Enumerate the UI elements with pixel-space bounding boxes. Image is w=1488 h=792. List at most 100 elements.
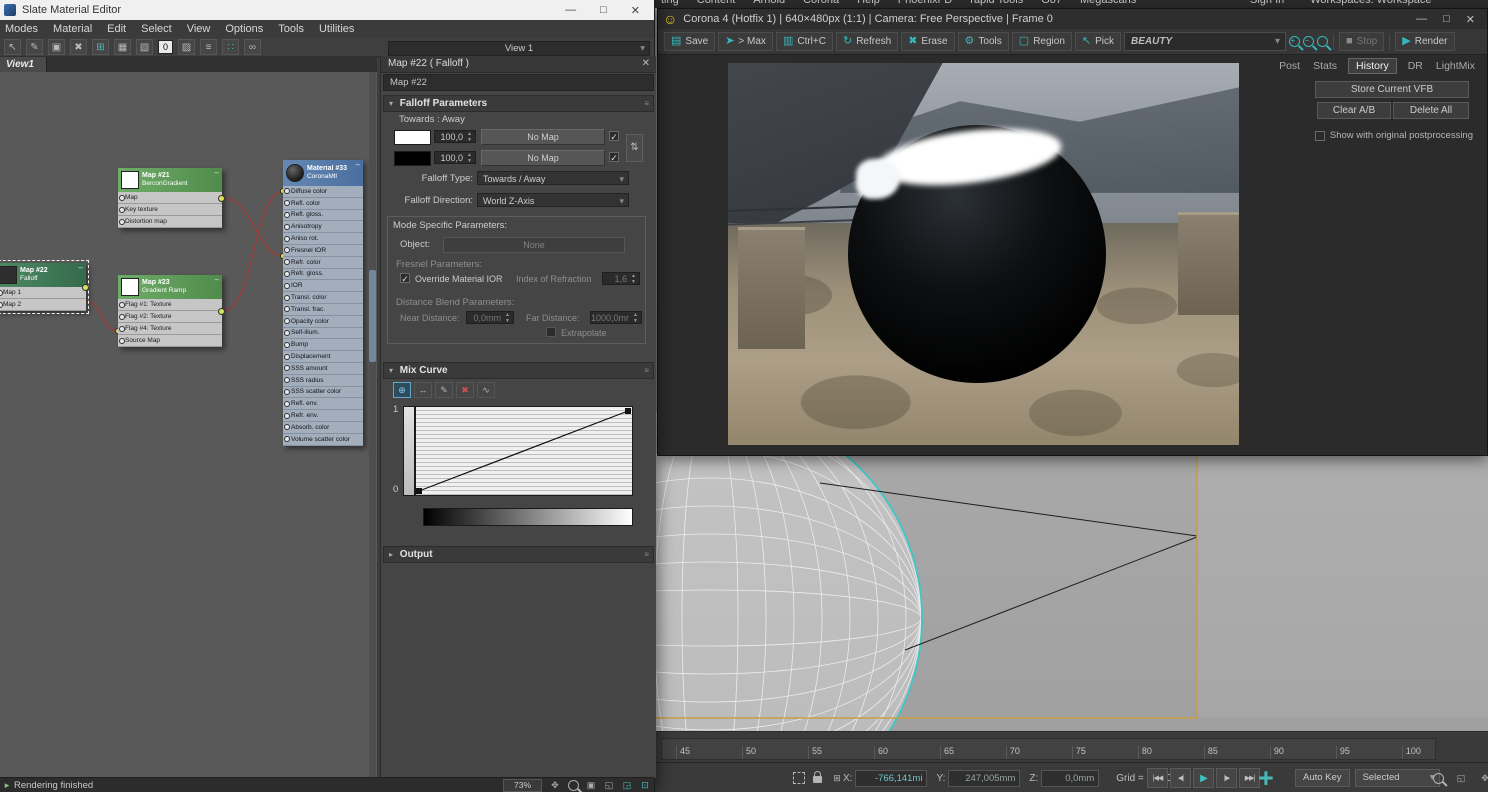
- node-slot[interactable]: Source Map: [118, 335, 222, 347]
- node-view[interactable]: Map #21BerconGradient – Map Key texture …: [0, 72, 377, 778]
- spinner-arrows-icon[interactable]: ▲▼: [631, 312, 640, 325]
- timeline-tick[interactable]: 45: [676, 746, 690, 759]
- input-socket-icon[interactable]: [119, 314, 125, 320]
- timeline-tick[interactable]: 60: [874, 746, 888, 759]
- rollout-menu-icon[interactable]: ≡: [644, 547, 649, 562]
- input-socket-icon[interactable]: [284, 212, 290, 218]
- spinner-arrows-icon[interactable]: ▲▼: [629, 273, 638, 286]
- pan-to-selected-icon[interactable]: ⊡: [638, 779, 652, 791]
- zoom-tool-icon[interactable]: [566, 779, 580, 791]
- node-view-scrollbar[interactable]: [369, 72, 376, 778]
- tab-lightmix[interactable]: LightMix: [1434, 59, 1477, 73]
- show-original-checkbox[interactable]: [1315, 131, 1325, 141]
- mix-curve-editor[interactable]: [415, 406, 633, 496]
- selection-lock-icon[interactable]: [813, 776, 822, 783]
- node-slot[interactable]: Refl. env.: [283, 398, 363, 410]
- rollout-output[interactable]: ▸ Output ≡: [383, 546, 654, 563]
- node-slot[interactable]: Refl. gloss.: [283, 210, 363, 222]
- slate-title-bar[interactable]: Slate Material Editor — □ ✕: [0, 0, 654, 20]
- zoom-out-icon[interactable]: −: [1303, 36, 1314, 47]
- hide-unused-slots-icon[interactable]: ▦: [114, 39, 131, 55]
- add-point-icon[interactable]: ✎: [435, 382, 453, 398]
- node-slot[interactable]: Displacement: [283, 351, 363, 363]
- front-amount-spinner[interactable]: 100,0▲▼: [434, 130, 476, 143]
- front-color-swatch[interactable]: [394, 130, 431, 145]
- zoom-in-icon[interactable]: +: [1289, 36, 1300, 47]
- material-id-channel-icon[interactable]: 0: [158, 40, 173, 54]
- node-slot[interactable]: Flag #2: Texture: [118, 311, 222, 323]
- input-socket-icon[interactable]: [284, 236, 290, 242]
- input-socket-icon[interactable]: [119, 207, 125, 213]
- front-map-button[interactable]: No Map: [481, 129, 605, 145]
- view-selector-dropdown[interactable]: View 1: [388, 41, 650, 56]
- timeline-tick[interactable]: 80: [1138, 746, 1152, 759]
- coord-z-field[interactable]: 0,0mm: [1041, 770, 1099, 787]
- tools-button[interactable]: ⚙Tools: [958, 32, 1009, 51]
- spinner-arrows-icon[interactable]: ▲▼: [465, 152, 474, 165]
- play-button[interactable]: ▶: [1193, 768, 1214, 788]
- swap-colors-button[interactable]: ⇅: [626, 134, 643, 162]
- node-slot[interactable]: Volume scatter color: [283, 434, 363, 446]
- max-menu-item[interactable]: PhoenixFD: [898, 0, 952, 6]
- output-socket-icon[interactable]: [218, 195, 225, 202]
- input-socket-icon[interactable]: [284, 295, 290, 301]
- node-slot[interactable]: SSS scatter color: [283, 387, 363, 399]
- collapse-icon[interactable]: –: [215, 275, 219, 284]
- transform-gizmo-icon[interactable]: ⊞: [830, 772, 844, 784]
- isolate-selection-icon[interactable]: [793, 772, 805, 784]
- node-slot[interactable]: Opacity color: [283, 316, 363, 328]
- link-icon[interactable]: ∞: [244, 39, 261, 55]
- show-maps-icon[interactable]: ▨: [178, 39, 195, 55]
- input-socket-icon[interactable]: [284, 330, 290, 336]
- input-socket-icon[interactable]: [284, 283, 290, 289]
- slate-menu-item[interactable]: Select: [141, 23, 172, 35]
- layout-all-icon[interactable]: ∷: [222, 39, 239, 55]
- close-icon[interactable]: ✕: [631, 4, 640, 17]
- front-map-checkbox[interactable]: ✓: [609, 131, 619, 141]
- rollout-menu-icon[interactable]: ≡: [644, 96, 649, 111]
- node-slot[interactable]: Refr. gloss.: [283, 269, 363, 281]
- timeline-tick[interactable]: 55: [808, 746, 822, 759]
- collapse-icon[interactable]: –: [215, 168, 219, 177]
- max-menu-item[interactable]: Arnold: [753, 0, 785, 6]
- rollout-falloff-parameters[interactable]: ▾ Falloff Parameters ≡: [383, 95, 654, 112]
- timeline-tick[interactable]: 65: [940, 746, 954, 759]
- collapse-icon[interactable]: –: [356, 160, 360, 169]
- node-slot[interactable]: Refr. env.: [283, 410, 363, 422]
- side-color-swatch[interactable]: [394, 151, 431, 166]
- next-frame-button[interactable]: |▶: [1216, 768, 1237, 788]
- slate-menu-item[interactable]: Utilities: [319, 23, 354, 35]
- close-icon[interactable]: ✕: [1466, 13, 1475, 26]
- node-slot[interactable]: Anisotropy: [283, 221, 363, 233]
- zoom-level-dropdown[interactable]: 73%: [503, 779, 542, 792]
- node-slot[interactable]: Flag #1: Texture: [118, 299, 222, 311]
- extrapolate-checkbox[interactable]: [546, 327, 556, 337]
- input-socket-icon[interactable]: [284, 401, 290, 407]
- node-gradient-ramp[interactable]: Map #23Gradient Ramp – Flag #1: Texture …: [118, 275, 222, 347]
- node-slot[interactable]: Absorb. color: [283, 422, 363, 434]
- go-to-start-button[interactable]: |◀◀: [1147, 768, 1168, 788]
- zoom-extents-selected-icon[interactable]: ◲: [620, 779, 634, 791]
- side-amount-spinner[interactable]: 100,0▲▼: [434, 151, 476, 164]
- output-socket-icon[interactable]: [82, 284, 89, 291]
- select-tool-icon[interactable]: ↖: [4, 39, 21, 55]
- node-falloff[interactable]: Map #22Falloff – Map 1 Map 2: [0, 263, 86, 311]
- slate-menu-item[interactable]: Tools: [278, 23, 304, 35]
- input-socket-icon[interactable]: [119, 195, 125, 201]
- node-slot[interactable]: SSS radius: [283, 375, 363, 387]
- stop-button[interactable]: ■Stop: [1339, 32, 1384, 51]
- max-menu-item[interactable]: Content: [697, 0, 736, 6]
- zoom-extents-icon[interactable]: ◱: [602, 779, 616, 791]
- input-socket-icon[interactable]: [119, 326, 125, 332]
- input-socket-icon[interactable]: [284, 188, 290, 194]
- input-socket-icon[interactable]: [284, 224, 290, 230]
- side-map-button[interactable]: No Map: [481, 150, 605, 166]
- delete-selected-icon[interactable]: ✖: [70, 39, 87, 55]
- input-socket-icon[interactable]: [284, 342, 290, 348]
- spinner-arrows-icon[interactable]: ▲▼: [465, 131, 474, 144]
- max-menu-item[interactable]: rapid Tools: [970, 0, 1023, 6]
- timeline-tick[interactable]: 75: [1072, 746, 1086, 759]
- view-tab[interactable]: View1: [0, 57, 47, 72]
- input-socket-icon[interactable]: [284, 377, 290, 383]
- map-selector[interactable]: Map #22: [383, 74, 654, 91]
